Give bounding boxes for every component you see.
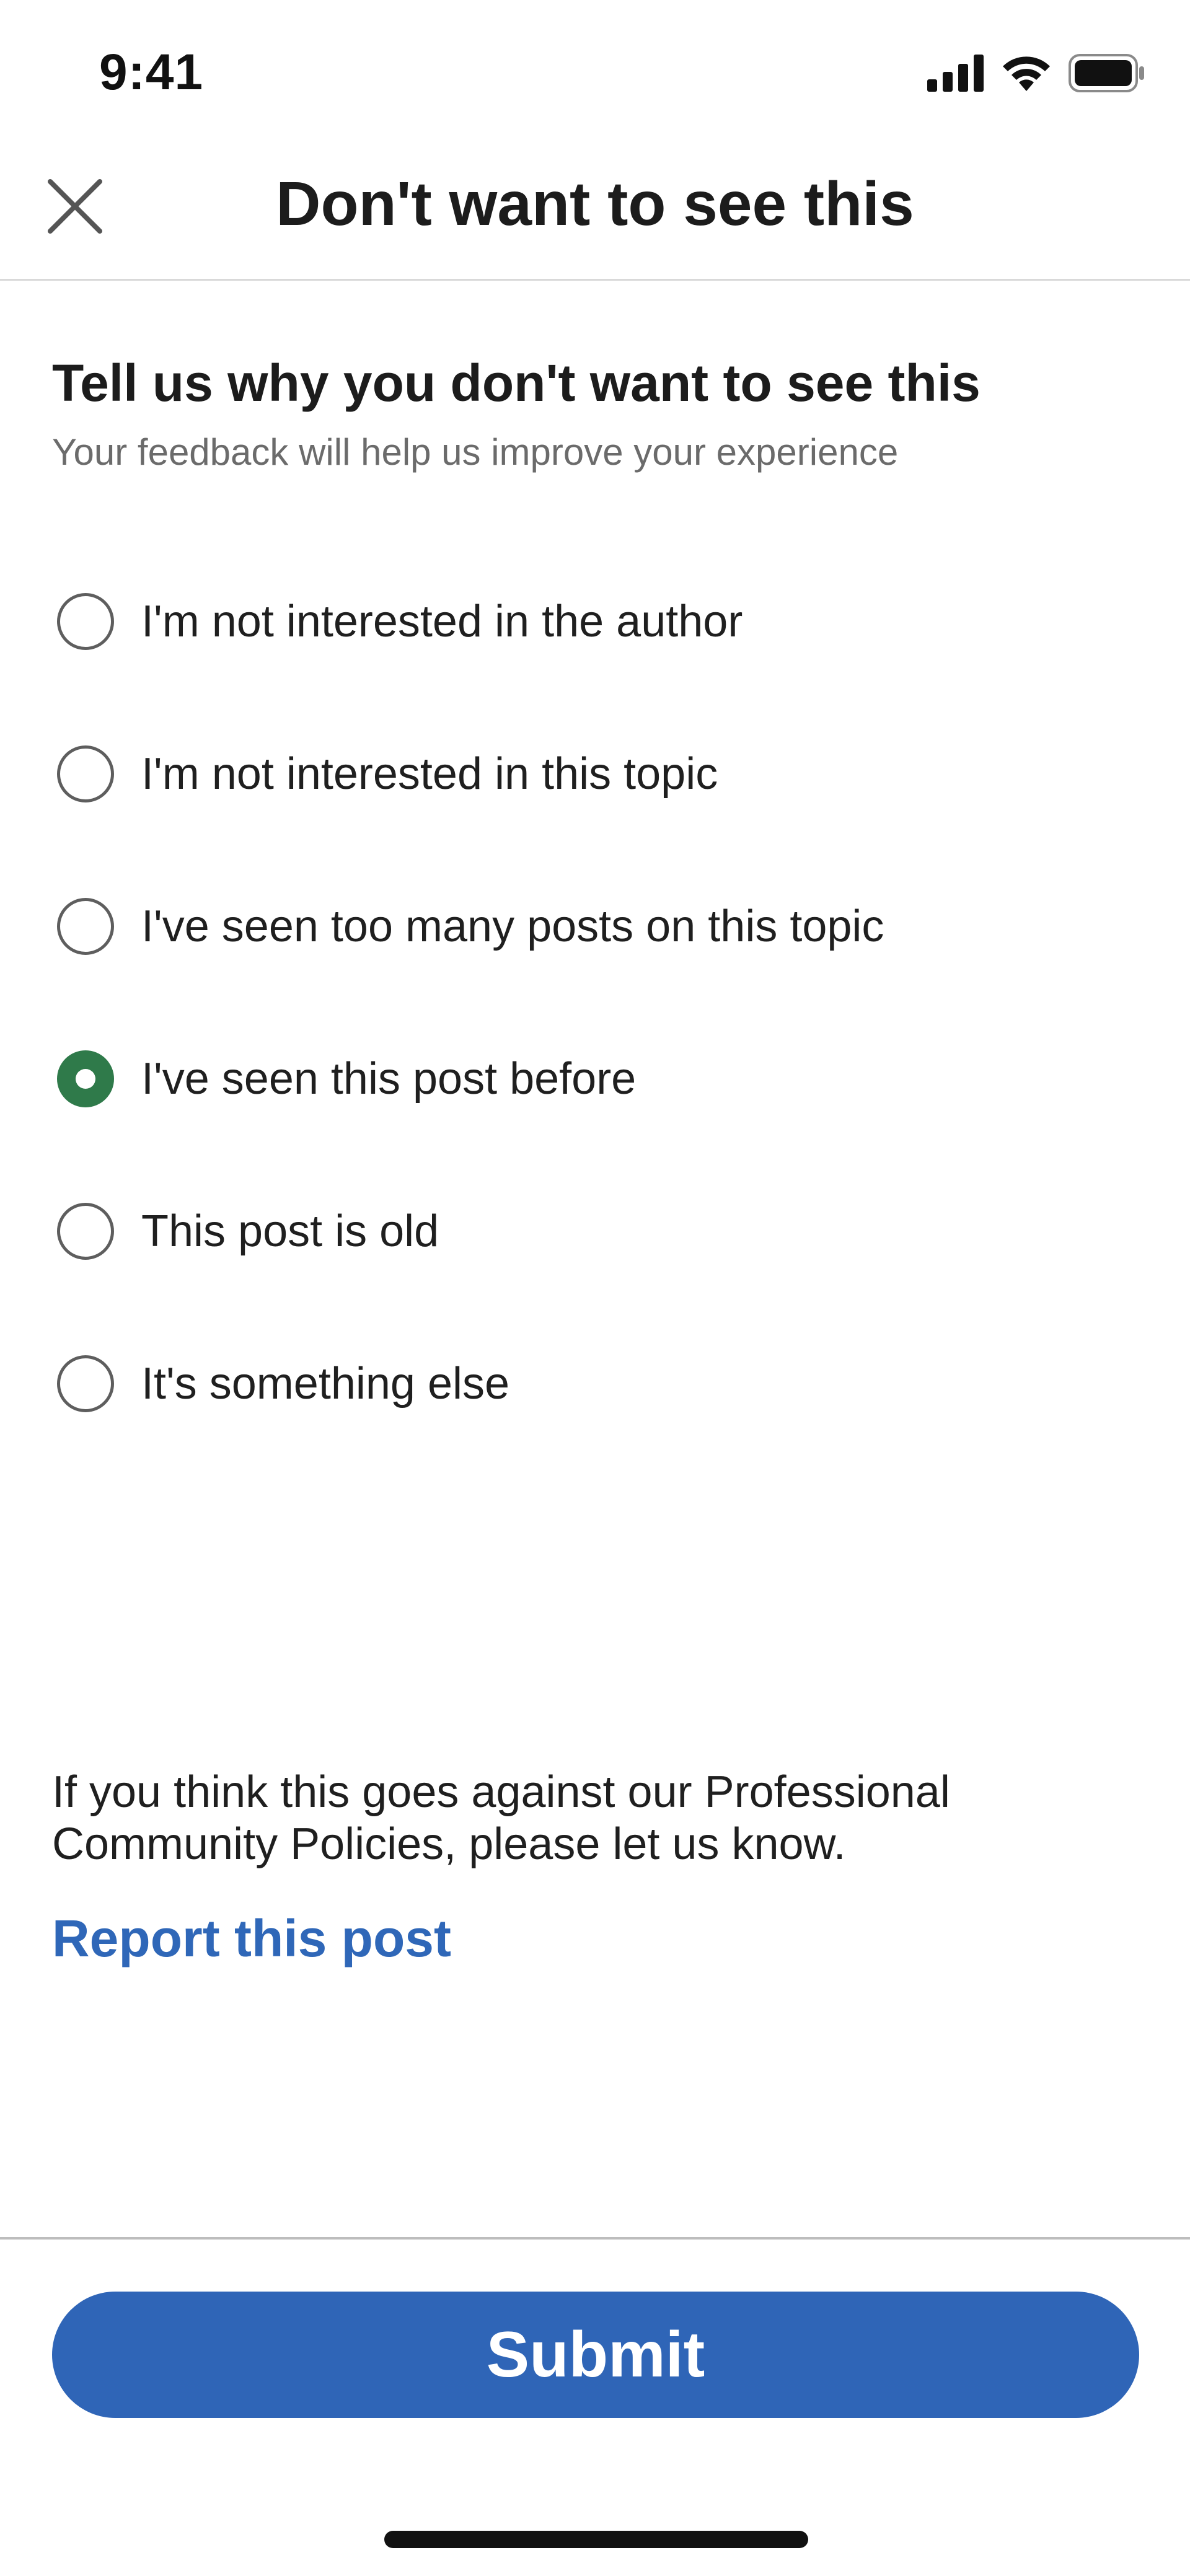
option-label: I'm not interested in the author	[141, 597, 743, 646]
option-seen-before[interactable]: I've seen this post before	[52, 1003, 1143, 1155]
page-title: Don't want to see this	[276, 169, 914, 239]
submit-button[interactable]: Submit	[52, 2292, 1139, 2418]
option-label: I've seen this post before	[141, 1054, 637, 1104]
policy-note-line-1: If you think this goes against our Profe…	[52, 1767, 950, 1817]
radio-button[interactable]	[57, 1203, 114, 1260]
footer-divider	[0, 2237, 1190, 2240]
policy-note: If you think this goes against our Profe…	[52, 1766, 1106, 1870]
battery-icon	[1069, 54, 1145, 92]
status-icons	[927, 53, 1145, 93]
prompt-subtitle: Your feedback will help us improve your …	[52, 431, 899, 473]
radio-button[interactable]	[57, 745, 114, 802]
radio-button[interactable]	[57, 1355, 114, 1412]
report-post-link[interactable]: Report this post	[52, 1909, 451, 1969]
radio-button[interactable]	[57, 593, 114, 650]
header-bar: Don't want to see this	[0, 130, 1190, 281]
cellular-signal-icon	[927, 55, 984, 92]
option-label: It's something else	[141, 1359, 510, 1409]
option-not-interested-topic[interactable]: I'm not interested in this topic	[52, 698, 1143, 850]
option-something-else[interactable]: It's something else	[52, 1308, 1143, 1460]
reason-options: I'm not interested in the author I'm not…	[52, 545, 1143, 1460]
option-label: This post is old	[141, 1207, 439, 1256]
home-indicator	[384, 2531, 808, 2548]
option-label: I'm not interested in this topic	[141, 749, 718, 799]
option-post-old[interactable]: This post is old	[52, 1155, 1143, 1308]
option-not-interested-author[interactable]: I'm not interested in the author	[52, 545, 1143, 698]
policy-note-line-2: Community Policies, please let us know.	[52, 1819, 846, 1869]
option-too-many-posts[interactable]: I've seen too many posts on this topic	[52, 850, 1143, 1003]
status-time: 9:41	[99, 44, 204, 100]
radio-button-selected[interactable]	[57, 1050, 114, 1107]
radio-button[interactable]	[57, 898, 114, 955]
wifi-icon	[1000, 54, 1052, 92]
option-label: I've seen too many posts on this topic	[141, 902, 884, 951]
prompt-title: Tell us why you don't want to see this	[52, 354, 981, 412]
